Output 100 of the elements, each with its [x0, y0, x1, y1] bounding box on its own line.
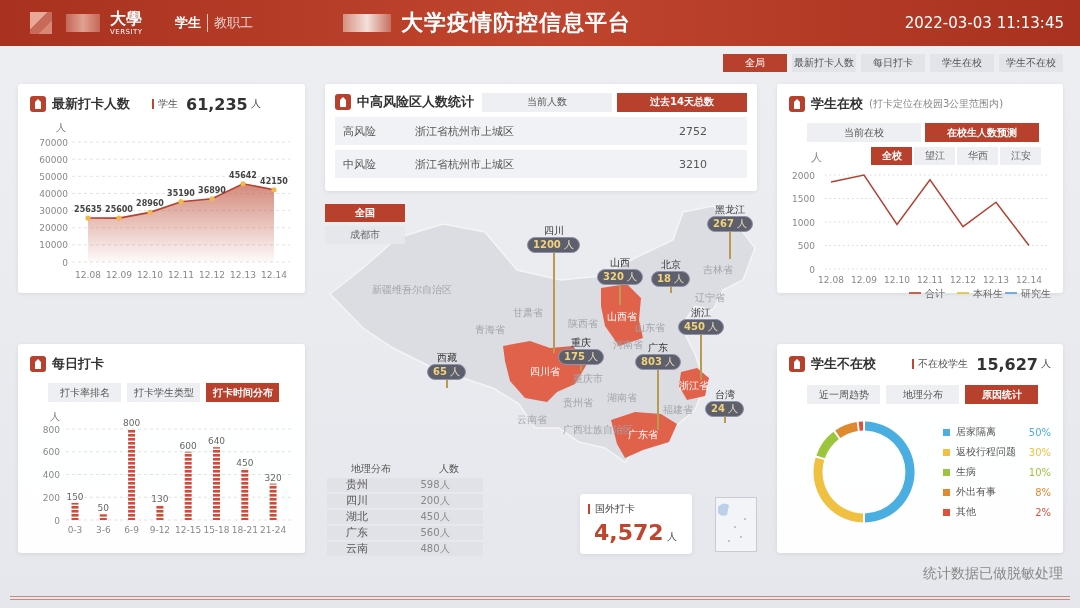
- axis-label: 12.11: [168, 270, 194, 280]
- legend-marker: [152, 99, 154, 109]
- area-name: 浙江省杭州市上城区: [415, 156, 515, 172]
- role-tab[interactable]: 教职工: [206, 14, 259, 32]
- data-point: [209, 196, 215, 202]
- campus-tab[interactable]: 望江: [914, 147, 955, 165]
- nav-tab[interactable]: 学生在校: [930, 54, 994, 72]
- risk-level: 中风险: [343, 156, 377, 172]
- chart-tab[interactable]: 当前人数: [482, 92, 612, 112]
- leader-line: [700, 335, 703, 380]
- axis-label: 12.12: [199, 270, 225, 280]
- count-value: 3210: [679, 157, 708, 171]
- axis-label: 12.09: [106, 270, 132, 280]
- chart-tab[interactable]: 在校生人数预测: [925, 123, 1039, 142]
- chart-tab[interactable]: 当前在校: [807, 123, 921, 142]
- chart-tab[interactable]: 过去14天总数: [617, 92, 747, 112]
- data-label: 600: [179, 440, 197, 451]
- data-label: 36890: [198, 185, 226, 195]
- scope-button[interactable]: 全国: [325, 204, 405, 222]
- chart-tab[interactable]: 地理分布: [886, 385, 959, 404]
- chart-tab[interactable]: 打卡时间分布: [206, 383, 279, 402]
- marker-label: 重庆: [571, 337, 592, 349]
- building-icon: [30, 96, 46, 112]
- campus-tab[interactable]: 全校: [871, 147, 912, 165]
- marker-label: 黑龙江: [715, 204, 746, 216]
- data-label: 320: [264, 472, 282, 483]
- legend-label: 其他: [956, 505, 976, 519]
- table-cell-text: 560人: [419, 526, 451, 540]
- axis-label: 200: [42, 492, 60, 503]
- province-label: 山西省: [607, 310, 637, 323]
- data-label: 450: [236, 457, 254, 468]
- chart-tab[interactable]: 原因统计: [965, 385, 1038, 404]
- axis-unit: 人: [50, 411, 60, 422]
- chart-tab[interactable]: 打卡率排名: [48, 383, 121, 402]
- count-value: 2752: [679, 124, 708, 138]
- marker-label: 西藏: [436, 352, 457, 364]
- marker-label: 四川: [543, 225, 564, 237]
- nav-tab[interactable]: 全局: [723, 54, 787, 72]
- total-count: 15,627: [976, 354, 1038, 374]
- axis-label: 0: [809, 264, 815, 275]
- percent-value: 8%: [1035, 486, 1051, 498]
- marker-label: 浙江: [691, 307, 712, 319]
- bar: [241, 468, 249, 520]
- unit-label: 人: [250, 97, 261, 111]
- data-point: [178, 199, 184, 205]
- chart-tab[interactable]: 打卡学生类型: [127, 383, 200, 402]
- count-bubble: 65 人: [427, 364, 467, 380]
- axis-label: 1500: [792, 194, 815, 204]
- data-label: 150: [66, 491, 84, 502]
- axis-unit: 人: [811, 150, 822, 165]
- legend-label: 返校行程问题: [956, 445, 1016, 459]
- card-title: 学生在校: [811, 95, 863, 113]
- table-cell-text: 480人: [419, 542, 451, 556]
- axis-label: 12.13: [983, 275, 1009, 285]
- axis-label: 12.13: [230, 270, 256, 280]
- chart-tab[interactable]: 近一周趋势: [807, 385, 880, 404]
- table-cell-text: 450人: [419, 510, 451, 524]
- axis-label: 12.14: [261, 270, 287, 280]
- scope-button[interactable]: 成都市: [325, 226, 405, 244]
- role-tab[interactable]: 学生: [168, 14, 207, 32]
- building-icon: [335, 94, 351, 110]
- legend-label: 学生: [158, 97, 178, 111]
- axis-label: 0: [54, 515, 60, 526]
- campus-tab[interactable]: 江安: [1000, 147, 1041, 165]
- building-icon: [30, 356, 46, 372]
- table-cell-text: 四川: [345, 494, 369, 508]
- card-title: 学生不在校: [811, 355, 876, 373]
- marker-label: 北京: [660, 259, 681, 271]
- datetime: 2022-03-03 11:13:45: [904, 14, 1064, 32]
- data-label: 25635: [74, 205, 102, 215]
- bar: [99, 514, 107, 520]
- column-header: 地理分布: [351, 462, 391, 476]
- count-bubble: 175 人: [558, 349, 605, 365]
- inset-map-drawing: [715, 497, 757, 552]
- axis-label: 1000: [792, 217, 815, 228]
- nav-tab[interactable]: 最新打卡人数: [792, 54, 856, 72]
- data-label: 640: [207, 436, 226, 447]
- axis-label: 0-3: [67, 525, 83, 535]
- axis-unit: 人: [56, 122, 66, 133]
- campus-tab[interactable]: 华西: [957, 147, 998, 165]
- axis-label: 600: [42, 447, 60, 458]
- axis-label: 3-6: [95, 525, 111, 535]
- table-cell-text: 湖北: [345, 510, 369, 524]
- nav-tab[interactable]: 学生不在校: [999, 54, 1063, 72]
- marker-label: 台湾: [714, 389, 735, 401]
- legend-label: 外出有事: [956, 485, 996, 499]
- axis-label: 10000: [39, 240, 68, 251]
- legend-label: 本科生: [973, 287, 1003, 299]
- blurred-logo-placeholder: [342, 14, 391, 32]
- card-note: (打卡定位在校园3公里范围内): [869, 97, 1004, 111]
- blurred-name-placeholder: [66, 14, 100, 32]
- nav-tab[interactable]: 每日打卡: [861, 54, 925, 72]
- data-point: [240, 181, 246, 187]
- axis-label: 20000: [39, 223, 68, 234]
- axis-label: 400: [42, 470, 60, 480]
- table-cell-text: 200人: [419, 494, 451, 508]
- axis-label: 12-15: [175, 525, 202, 535]
- data-point: [147, 209, 153, 215]
- area-name: 浙江省杭州市上城区: [415, 123, 515, 139]
- data-label: 45642: [229, 170, 257, 180]
